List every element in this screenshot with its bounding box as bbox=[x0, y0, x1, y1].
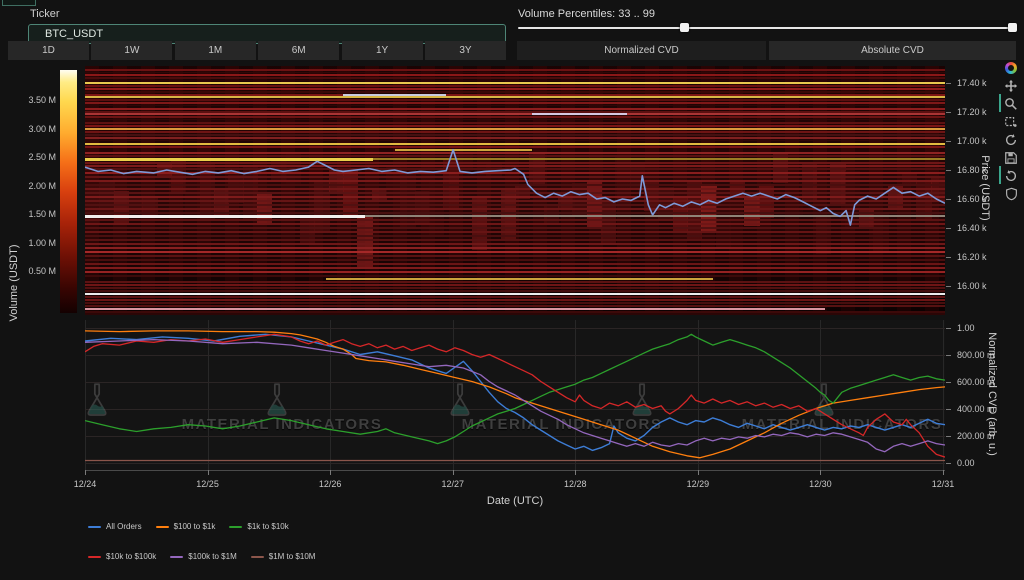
cvd-tick-label: 0.00 bbox=[957, 458, 975, 468]
volume-percentiles-slider[interactable] bbox=[518, 27, 1016, 29]
volume-tick-label: 1.50 M bbox=[10, 209, 56, 219]
timeframe-button-3y[interactable]: 3Y bbox=[425, 41, 506, 60]
cvd-lines bbox=[85, 320, 945, 470]
x-tick-mark bbox=[943, 470, 944, 475]
price-tick-label: 16.40 k bbox=[957, 223, 987, 233]
legend-item--1k-to-10k[interactable]: $1k to $10k bbox=[229, 522, 288, 531]
refresh-icon[interactable] bbox=[1003, 132, 1019, 147]
box-select-icon[interactable] bbox=[1003, 114, 1019, 129]
cvd-tick-mark bbox=[946, 463, 951, 464]
price-line bbox=[85, 66, 945, 315]
legend-label: $100 to $1k bbox=[174, 522, 216, 531]
legend-row: $10k to $100k $100k to $1M $1M to $10M bbox=[88, 552, 315, 561]
legend-label: $100k to $1M bbox=[188, 552, 236, 561]
x-tick-mark bbox=[820, 470, 821, 475]
x-tick-mark bbox=[85, 470, 86, 475]
price-tick-mark bbox=[946, 170, 951, 171]
x-tick-mark bbox=[698, 470, 699, 475]
x-tick-mark bbox=[453, 470, 454, 475]
volume-tick-label: 3.50 M bbox=[10, 95, 56, 105]
pan-icon[interactable] bbox=[1003, 78, 1019, 93]
price-tick-label: 17.00 k bbox=[957, 136, 987, 146]
timeframe-button-1d[interactable]: 1D bbox=[8, 41, 89, 60]
price-tick-label: 16.00 k bbox=[957, 281, 987, 291]
date-tick-label: 12/31 bbox=[932, 479, 955, 489]
timeframe-button-1y[interactable]: 1Y bbox=[342, 41, 423, 60]
price-tick-mark bbox=[946, 112, 951, 113]
price-tick-mark bbox=[946, 83, 951, 84]
cvd-tick-mark bbox=[946, 409, 951, 410]
price-tick-label: 16.20 k bbox=[957, 252, 987, 262]
cvd-tick-mark bbox=[946, 355, 951, 356]
price-tick-label: 17.40 k bbox=[957, 78, 987, 88]
slider-handle-high[interactable] bbox=[1008, 23, 1017, 32]
legend-item-all-orders[interactable]: All Orders bbox=[88, 522, 142, 531]
volume-tick-label: 2.50 M bbox=[10, 152, 56, 162]
heatmap-plot[interactable] bbox=[85, 66, 945, 315]
plotly-logo-icon[interactable] bbox=[1003, 60, 1019, 75]
legend-swatch bbox=[156, 526, 169, 528]
cvd-tick-mark bbox=[946, 436, 951, 437]
cvd-axis-title: Normalized CVD (arb. u.) bbox=[986, 332, 998, 455]
legend-row: All Orders $100 to $1k $1k to $10k bbox=[88, 522, 315, 531]
volume-colorbar bbox=[60, 70, 77, 313]
date-tick-label: 12/27 bbox=[441, 479, 464, 489]
date-tick-label: 12/24 bbox=[74, 479, 97, 489]
timeframe-button-6m[interactable]: 6M bbox=[258, 41, 339, 60]
x-axis-title: Date (UTC) bbox=[487, 495, 543, 507]
price-tick-mark bbox=[946, 141, 951, 142]
volume-percentiles-label: Volume Percentiles: 33 .. 99 bbox=[518, 8, 655, 20]
legend-swatch bbox=[88, 526, 101, 528]
volume-axis-title: Volume (USDT) bbox=[8, 244, 20, 321]
reset-axes-icon[interactable] bbox=[1003, 168, 1019, 183]
price-tick-mark bbox=[946, 228, 951, 229]
legend-label: $10k to $100k bbox=[106, 552, 156, 561]
legend-label: $1M to $10M bbox=[269, 552, 316, 561]
legend-label: $1k to $10k bbox=[247, 522, 288, 531]
timeframe-button-1m[interactable]: 1M bbox=[175, 41, 256, 60]
volume-tick-label: 2.00 M bbox=[10, 181, 56, 191]
legend-swatch bbox=[88, 556, 101, 558]
volume-tick-label: 3.00 M bbox=[10, 124, 56, 134]
price-tick-label: 17.20 k bbox=[957, 107, 987, 117]
cvd-tick-mark bbox=[946, 382, 951, 383]
legend-swatch bbox=[251, 556, 264, 558]
cvd-button-normalized-cvd[interactable]: Normalized CVD bbox=[517, 41, 766, 60]
corner-fragment bbox=[2, 0, 36, 6]
save-icon[interactable] bbox=[1003, 150, 1019, 165]
date-tick-label: 12/28 bbox=[564, 479, 587, 489]
cvd-tick-mark bbox=[946, 328, 951, 329]
x-axis-line bbox=[85, 470, 945, 471]
zoom-icon[interactable] bbox=[1003, 96, 1019, 111]
legend-swatch bbox=[170, 556, 183, 558]
shield-icon[interactable] bbox=[1003, 186, 1019, 201]
ticker-label: Ticker bbox=[30, 8, 60, 20]
legend-item--1m-to-10m[interactable]: $1M to $10M bbox=[251, 552, 316, 561]
x-tick-mark bbox=[575, 470, 576, 475]
legend-item--100-to-1k[interactable]: $100 to $1k bbox=[156, 522, 216, 531]
legend-label: All Orders bbox=[106, 522, 142, 531]
cvd-button-absolute-cvd[interactable]: Absolute CVD bbox=[769, 41, 1016, 60]
legend-swatch bbox=[229, 526, 242, 528]
price-axis-title: Price (USDT) bbox=[979, 155, 991, 220]
x-tick-mark bbox=[208, 470, 209, 475]
date-tick-label: 12/29 bbox=[687, 479, 710, 489]
timeframe-button-1w[interactable]: 1W bbox=[91, 41, 172, 60]
date-tick-label: 12/26 bbox=[319, 479, 342, 489]
legend-item--10k-to-100k[interactable]: $10k to $100k bbox=[88, 552, 156, 561]
slider-handle-low[interactable] bbox=[680, 23, 689, 32]
price-tick-mark bbox=[946, 257, 951, 258]
price-tick-mark bbox=[946, 286, 951, 287]
cvd-plot[interactable]: MATERIAL INDICATORSMATERIAL INDICATORSMA… bbox=[85, 320, 945, 470]
price-tick-mark bbox=[946, 199, 951, 200]
date-tick-label: 12/30 bbox=[809, 479, 832, 489]
cvd-tick-label: 1.00 bbox=[957, 323, 975, 333]
date-tick-label: 12/25 bbox=[196, 479, 219, 489]
firecharts-app: Ticker Volume Percentiles: 33 .. 99 1D1W… bbox=[0, 0, 1024, 580]
modebar bbox=[1001, 60, 1021, 201]
legend-item--100k-to-1m[interactable]: $100k to $1M bbox=[170, 552, 236, 561]
legend: All Orders $100 to $1k $1k to $10k $10k to … bbox=[88, 522, 315, 580]
x-tick-mark bbox=[330, 470, 331, 475]
